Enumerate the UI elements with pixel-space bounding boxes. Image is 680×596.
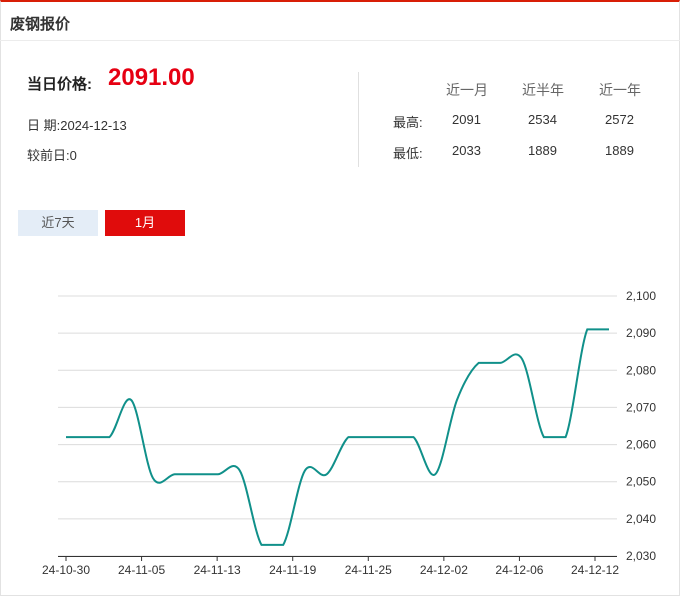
x-tick-label: 24-11-19 [269,563,316,577]
x-tick-label: 24-11-25 [345,563,392,577]
x-tick-label: 24-10-30 [42,563,90,577]
y-tick-label: 2,080 [626,363,656,377]
y-tick-label: 2,040 [626,512,656,526]
y-tick-label: 2,060 [626,438,656,452]
x-tick-label: 24-11-13 [194,563,241,577]
price-line-chart: 2,100 2,090 2,080 2,070 2,060 2,050 2,040 2,030… [42,289,656,577]
price-series-line [66,328,609,546]
x-tick-label: 24-12-02 [420,563,468,577]
x-tick-label: 24-12-06 [495,563,543,577]
x-tick-label: 24-11-05 [118,563,165,577]
y-tick-label: 2,070 [626,400,656,414]
y-tick-label: 2,100 [626,289,656,303]
y-tick-label: 2,030 [626,549,656,563]
x-tick-label: 24-12-12 [571,563,619,577]
y-tick-label: 2,050 [626,475,656,489]
y-tick-label: 2,090 [626,326,656,340]
